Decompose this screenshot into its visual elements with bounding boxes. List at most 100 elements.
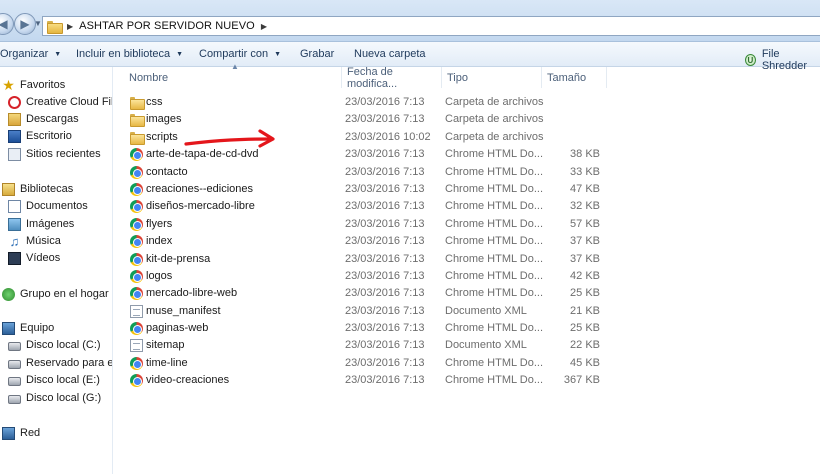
chrome-icon <box>130 252 143 266</box>
sidebar-item-downloads[interactable]: Descargas <box>8 111 79 127</box>
include-library-button[interactable]: Incluir en biblioteca ▼ <box>76 48 183 60</box>
file-size <box>541 129 600 146</box>
file-size: 367 KB <box>563 374 600 387</box>
chrome-icon <box>130 374 143 388</box>
file-size: 45 KB <box>570 356 600 369</box>
sidebar-item-label: Creative Cloud Files <box>26 96 112 108</box>
file-row[interactable]: flyers 23/03/2016 7:13 Chrome HTML Do... 57… <box>114 216 820 233</box>
column-header-name[interactable]: Nombre <box>114 67 341 88</box>
file-size: 32 KB <box>570 200 600 213</box>
chrome-icon <box>130 287 143 301</box>
file-type: Chrome HTML Do... <box>445 165 544 178</box>
column-header-date[interactable]: Fecha de modifica... <box>341 66 441 90</box>
sidebar-item-desktop[interactable]: Escritorio <box>8 128 72 144</box>
chrome-icon <box>130 356 143 370</box>
sidebar-item-label: Disco local (G:) <box>26 392 102 404</box>
sidebar-item-disk-c[interactable]: Disco local (C:) <box>8 337 101 353</box>
sidebar-item-label: Música <box>26 235 61 247</box>
sidebar-item-label: Documentos <box>26 200 88 212</box>
file-size: 22 KB <box>570 339 600 352</box>
share-with-button[interactable]: Compartir con ▼ <box>199 48 281 60</box>
sidebar-item-computer[interactable]: Equipo <box>2 320 54 336</box>
file-name: index <box>146 235 173 248</box>
forward-button[interactable]: ▶ <box>14 13 36 35</box>
chrome-icon <box>130 200 143 214</box>
libraries-icon <box>2 182 15 196</box>
file-row[interactable]: css 23/03/2016 7:13 Carpeta de archivos <box>114 94 820 111</box>
folder-icon <box>47 20 63 34</box>
file-size: 33 KB <box>570 165 600 178</box>
file-type: Documento XML <box>445 304 527 317</box>
sidebar-item-disk-e[interactable]: Disco local (E:) <box>8 372 100 388</box>
sidebar-item-reserved[interactable]: Reservado para el sis <box>8 355 112 371</box>
sidebar-item-homegroup[interactable]: Grupo en el hogar <box>2 286 109 302</box>
sidebar-item-libraries[interactable]: Bibliotecas <box>2 181 73 197</box>
folder-icon <box>130 96 145 110</box>
file-name: diseños-mercado-libre <box>146 200 255 213</box>
file-row[interactable]: contacto 23/03/2016 7:13 Chrome HTML Do...… <box>114 164 820 181</box>
file-date: 23/03/2016 7:13 <box>345 304 425 317</box>
homegroup-icon <box>2 287 15 301</box>
recent-pages-dropdown[interactable]: ▼ <box>34 19 42 29</box>
file-row[interactable]: diseños-mercado-libre 23/03/2016 7:13 Chro… <box>114 198 820 215</box>
file-date: 23/03/2016 7:13 <box>345 356 425 369</box>
file-type: Carpeta de archivos <box>445 113 544 126</box>
file-row[interactable]: muse_manifest 23/03/2016 7:13 Documento XM… <box>114 303 820 320</box>
new-folder-button[interactable]: Nueva carpeta <box>354 48 426 60</box>
pictures-icon <box>8 217 21 231</box>
sidebar-item-network[interactable]: Red <box>2 425 40 441</box>
file-type: Chrome HTML Do... <box>445 322 544 335</box>
burn-label: Grabar <box>300 48 335 60</box>
downloads-icon <box>8 112 21 126</box>
file-row[interactable]: mercado-libre-web 23/03/2016 7:13 Chrome H… <box>114 285 820 302</box>
column-header-size[interactable]: Tamaño <box>541 67 607 88</box>
file-row[interactable]: index 23/03/2016 7:13 Chrome HTML Do... 37 … <box>114 233 820 250</box>
file-size: 37 KB <box>570 235 600 248</box>
file-date: 23/03/2016 7:13 <box>345 165 425 178</box>
sidebar-item-music[interactable]: ♫ Música <box>8 233 61 249</box>
organize-button[interactable]: Organizar ▼ <box>0 48 61 60</box>
file-type: Chrome HTML Do... <box>445 356 544 369</box>
sidebar-item-recent-places[interactable]: Sitios recientes <box>8 146 101 162</box>
file-type: Chrome HTML Do... <box>445 235 544 248</box>
sidebar-item-label: Sitios recientes <box>26 148 101 160</box>
chevron-right-icon[interactable]: ▶ <box>67 22 73 31</box>
sidebar-item-creative-cloud[interactable]: Creative Cloud Files <box>8 94 112 110</box>
file-row[interactable]: sitemap 23/03/2016 7:13 Documento XML 22 KB <box>114 337 820 354</box>
sidebar-item-label: Vídeos <box>26 252 61 264</box>
sidebar-item-label: Grupo en el hogar <box>20 288 109 300</box>
sidebar-item-disk-g[interactable]: Disco local (G:) <box>8 390 101 406</box>
file-type: Chrome HTML Do... <box>445 200 544 213</box>
file-row[interactable]: time-line 23/03/2016 7:13 Chrome HTML Do..… <box>114 355 820 372</box>
sidebar-item-label: Favoritos <box>20 79 66 91</box>
file-type: Chrome HTML Do... <box>445 252 544 265</box>
file-row[interactable]: paginas-web 23/03/2016 7:13 Chrome HTML Do… <box>114 320 820 337</box>
breadcrumb-item[interactable]: ASHTAR POR SERVIDOR NUEVO <box>79 20 255 32</box>
sidebar-item-label: Disco local (E:) <box>26 374 100 386</box>
file-name: paginas-web <box>146 322 209 335</box>
forward-arrow-icon: ▶ <box>20 17 30 31</box>
chevron-right-icon[interactable]: ▶ <box>261 22 267 31</box>
column-header-type[interactable]: Tipo <box>441 67 541 88</box>
file-name: video-creaciones <box>146 374 230 387</box>
back-button[interactable]: ◀ <box>0 13 14 35</box>
network-icon <box>2 426 15 440</box>
file-date: 23/03/2016 7:13 <box>345 287 425 300</box>
file-row[interactable]: logos 23/03/2016 7:13 Chrome HTML Do... 42 … <box>114 268 820 285</box>
file-row[interactable]: kit-de-prensa 23/03/2016 7:13 Chrome HTML … <box>114 251 820 268</box>
sidebar-item-label: Equipo <box>20 322 55 334</box>
path-box[interactable]: ▶ ASHTAR POR SERVIDOR NUEVO ▶ <box>42 16 820 36</box>
chevron-down-icon: ▼ <box>274 50 282 58</box>
file-size <box>541 94 600 111</box>
file-type: Documento XML <box>445 339 527 352</box>
videos-icon <box>8 251 21 265</box>
sidebar-item-videos[interactable]: Vídeos <box>8 250 60 266</box>
file-row[interactable]: video-creaciones 23/03/2016 7:13 Chrome HT… <box>114 372 820 389</box>
sidebar-item-pictures[interactable]: Imágenes <box>8 216 74 232</box>
burn-button[interactable]: Grabar <box>300 48 334 60</box>
file-name: scripts <box>146 130 178 143</box>
file-row[interactable]: creaciones--ediciones 23/03/2016 7:13 Chro… <box>114 181 820 198</box>
sidebar-item-documents[interactable]: Documentos <box>8 198 88 214</box>
sidebar-item-favorites[interactable]: ★ Favoritos <box>2 77 65 93</box>
recent-places-icon <box>8 147 21 161</box>
